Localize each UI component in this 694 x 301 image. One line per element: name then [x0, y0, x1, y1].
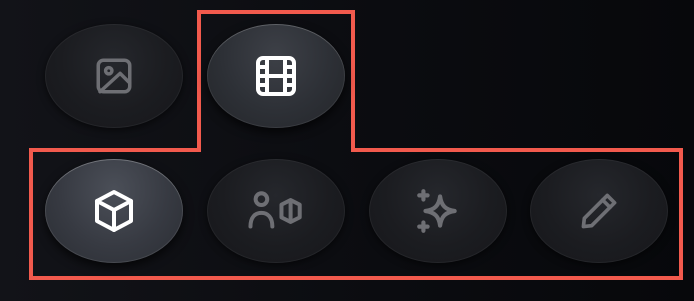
video-button[interactable] [207, 24, 345, 128]
character-button[interactable] [207, 159, 345, 263]
toolbar-canvas [0, 0, 694, 301]
image-button[interactable] [45, 24, 183, 128]
image-icon [93, 55, 135, 97]
magic-button[interactable] [369, 159, 507, 263]
pencil-icon [577, 189, 621, 233]
film-icon [252, 52, 300, 100]
person-shape-icon [245, 189, 307, 233]
sparkles-icon [413, 186, 463, 236]
edit-button[interactable] [530, 159, 668, 263]
3d-object-button[interactable] [45, 159, 183, 263]
cube-icon [90, 187, 138, 235]
